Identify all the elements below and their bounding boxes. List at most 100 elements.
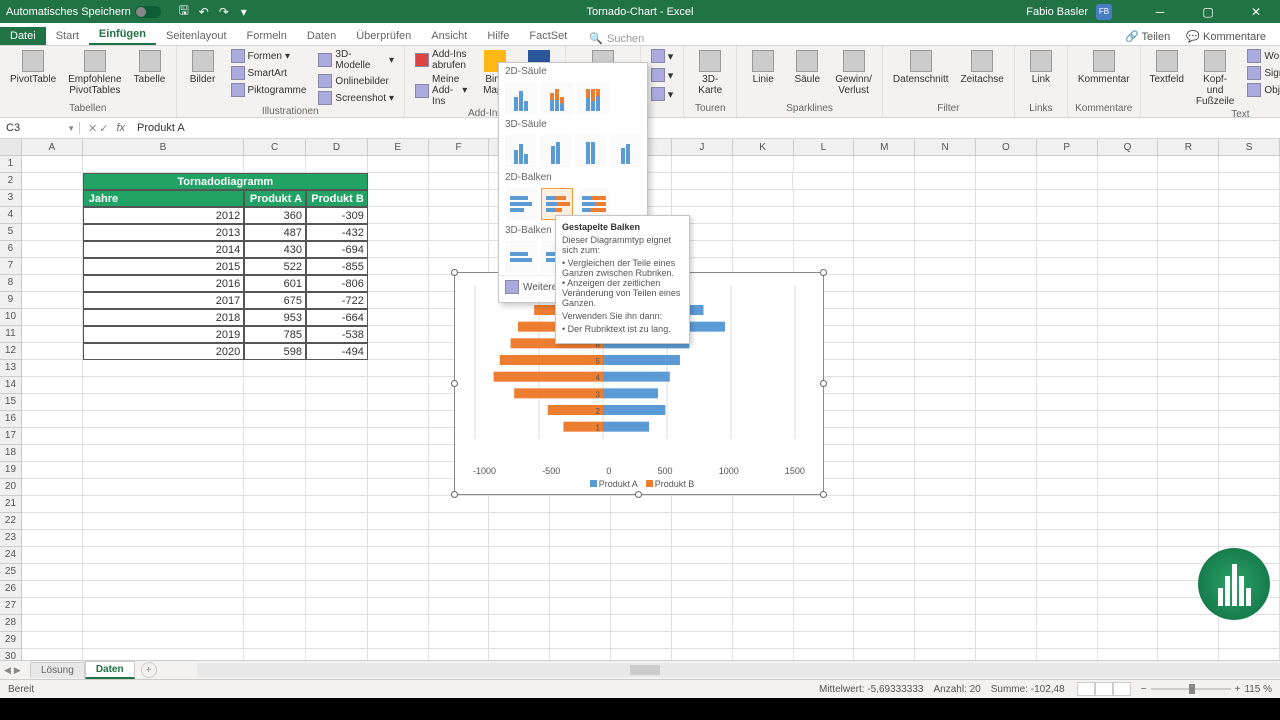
cell[interactable] xyxy=(368,343,429,360)
cell[interactable] xyxy=(83,615,244,632)
row-header[interactable]: 30 xyxy=(0,649,22,660)
cell[interactable] xyxy=(368,649,429,660)
cell[interactable] xyxy=(733,547,794,564)
cell[interactable] xyxy=(976,377,1037,394)
cell[interactable] xyxy=(429,649,490,660)
cell[interactable]: 2013 xyxy=(83,224,244,241)
cell[interactable] xyxy=(854,598,915,615)
cell[interactable]: 2019 xyxy=(83,326,244,343)
cell[interactable] xyxy=(976,156,1037,173)
cell[interactable] xyxy=(672,513,733,530)
sheet-prev-icon[interactable]: ◀ xyxy=(4,665,11,676)
column-header[interactable]: M xyxy=(854,139,915,155)
cell[interactable] xyxy=(429,598,490,615)
cell[interactable] xyxy=(429,496,490,513)
cell[interactable] xyxy=(306,479,368,496)
cell[interactable] xyxy=(1158,224,1219,241)
3d-clustered-column-icon[interactable] xyxy=(505,135,536,167)
cell[interactable] xyxy=(368,462,429,479)
cell[interactable]: 2020 xyxy=(83,343,244,360)
cell[interactable] xyxy=(794,496,855,513)
cell[interactable]: -494 xyxy=(306,343,368,360)
row-header[interactable]: 8 xyxy=(0,275,22,292)
stacked100-column-icon[interactable] xyxy=(577,82,609,114)
cell[interactable] xyxy=(1037,343,1098,360)
cell[interactable] xyxy=(550,564,611,581)
cell[interactable] xyxy=(1219,530,1280,547)
cell[interactable] xyxy=(1158,411,1219,428)
cell[interactable] xyxy=(794,241,855,258)
cell[interactable] xyxy=(368,360,429,377)
column-header[interactable]: F xyxy=(429,139,490,155)
cell[interactable] xyxy=(489,547,550,564)
cell[interactable] xyxy=(854,292,915,309)
cell[interactable] xyxy=(854,241,915,258)
cell[interactable] xyxy=(22,530,83,547)
user-avatar[interactable]: FB xyxy=(1096,4,1112,20)
cell[interactable] xyxy=(1219,394,1280,411)
cell[interactable] xyxy=(368,496,429,513)
column-header[interactable]: L xyxy=(794,139,855,155)
cell[interactable] xyxy=(611,530,672,547)
cell[interactable] xyxy=(1098,326,1159,343)
cell[interactable] xyxy=(854,156,915,173)
cell[interactable] xyxy=(733,513,794,530)
cell[interactable] xyxy=(976,275,1037,292)
cell[interactable] xyxy=(915,598,976,615)
cell[interactable] xyxy=(854,258,915,275)
cell[interactable] xyxy=(1037,207,1098,224)
cell[interactable] xyxy=(976,343,1037,360)
cell[interactable] xyxy=(672,173,733,190)
my-addins-button[interactable]: Meine Add-Ins ▾ xyxy=(411,73,471,108)
cell[interactable] xyxy=(976,190,1037,207)
chart-line-button[interactable]: ▾ xyxy=(647,67,678,83)
cell[interactable] xyxy=(1098,309,1159,326)
cell[interactable] xyxy=(976,411,1037,428)
cell[interactable] xyxy=(794,530,855,547)
cell[interactable] xyxy=(915,632,976,649)
zoom-slider[interactable] xyxy=(1151,688,1231,690)
cell[interactable] xyxy=(368,173,429,190)
cell[interactable] xyxy=(794,598,855,615)
cell[interactable] xyxy=(611,581,672,598)
cell[interactable] xyxy=(1158,496,1219,513)
cell[interactable] xyxy=(83,411,244,428)
cell[interactable] xyxy=(733,190,794,207)
cell[interactable] xyxy=(83,428,244,445)
column-header[interactable]: J xyxy=(672,139,733,155)
cell[interactable] xyxy=(1098,241,1159,258)
cell[interactable] xyxy=(1158,156,1219,173)
column-header[interactable]: D xyxy=(306,139,368,155)
cell[interactable] xyxy=(854,224,915,241)
cell[interactable] xyxy=(306,598,368,615)
cell[interactable] xyxy=(22,360,83,377)
cell[interactable] xyxy=(915,411,976,428)
cell[interactable] xyxy=(1098,632,1159,649)
pictures-button[interactable]: Bilder xyxy=(183,48,223,87)
cell[interactable] xyxy=(83,156,244,173)
stacked-column-icon[interactable] xyxy=(541,82,573,114)
zoom-level[interactable]: 115 % xyxy=(1244,684,1272,695)
cell[interactable] xyxy=(672,598,733,615)
chart-pie-button[interactable]: ▾ xyxy=(647,86,678,102)
cell[interactable] xyxy=(1219,326,1280,343)
cell[interactable] xyxy=(22,275,83,292)
cell[interactable] xyxy=(83,530,244,547)
cell[interactable] xyxy=(22,411,83,428)
column-header[interactable]: P xyxy=(1037,139,1098,155)
cell[interactable] xyxy=(306,530,368,547)
cell[interactable] xyxy=(489,598,550,615)
column-header[interactable]: E xyxy=(368,139,429,155)
cell[interactable] xyxy=(976,598,1037,615)
3d-column-icon[interactable] xyxy=(610,135,641,167)
cell[interactable] xyxy=(1158,343,1219,360)
column-header[interactable]: K xyxy=(733,139,794,155)
cell[interactable]: 598 xyxy=(244,343,306,360)
cell[interactable] xyxy=(976,224,1037,241)
cell[interactable] xyxy=(1219,428,1280,445)
cell[interactable] xyxy=(306,615,368,632)
cell[interactable] xyxy=(306,156,368,173)
cell[interactable] xyxy=(489,496,550,513)
cell[interactable] xyxy=(1037,547,1098,564)
fx-icon[interactable]: fx xyxy=(116,122,131,134)
